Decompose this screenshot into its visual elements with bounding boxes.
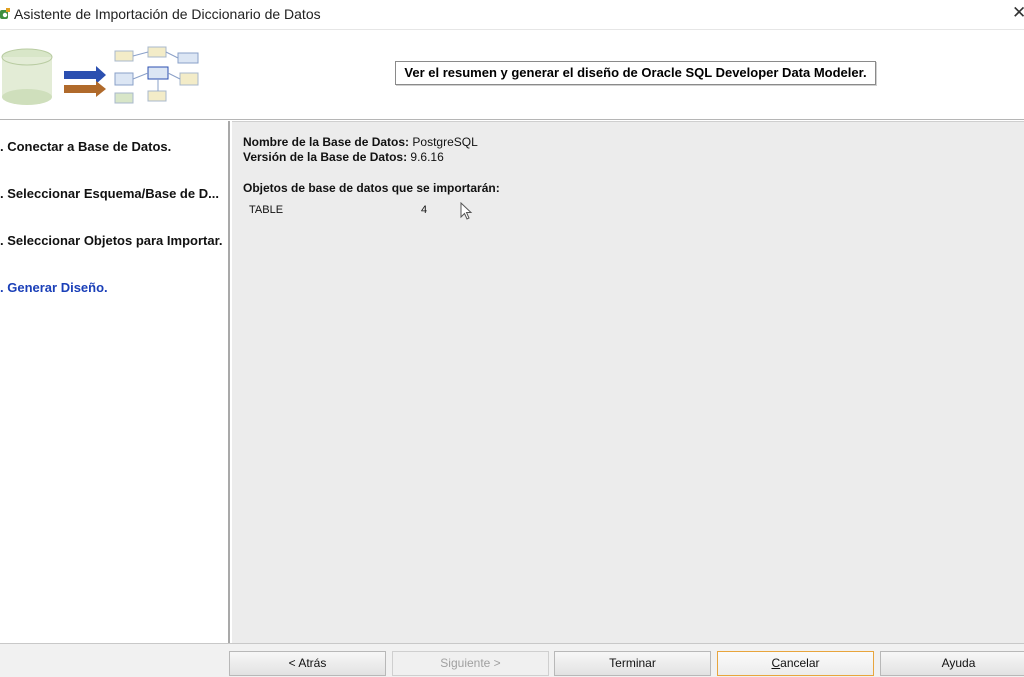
step-connect[interactable]: . Conectar a Base de Datos. [0,139,171,154]
title-bar: Asistente de Importación de Diccionario … [0,0,1024,30]
back-button[interactable]: < Atrás [229,651,386,676]
help-button[interactable]: Ayuda [880,651,1024,676]
object-count-cell: 4 [421,204,428,216]
close-icon[interactable]: ✕ [1012,3,1024,23]
step-select-schema[interactable]: . Seleccionar Esquema/Base de D... [0,186,219,201]
summary-panel: Nombre de la Base de Datos: PostgreSQL V… [232,121,1024,643]
cancel-mnemonic: C [771,656,781,670]
mouse-pointer-icon [460,202,473,220]
wizard-step-headline: Ver el resumen y generar el diseño de Or… [395,61,876,85]
step-select-objects[interactable]: . Seleccionar Objetos para Importar. [0,233,223,248]
db-name-label: Nombre de la Base de Datos: [243,135,410,149]
window-title: Asistente de Importación de Diccionario … [14,6,321,22]
finish-button[interactable]: Terminar [554,651,711,676]
object-type-cell: TABLE [249,204,284,216]
db-name-row: Nombre de la Base de Datos: PostgreSQL [243,135,478,149]
app-icon [0,8,10,19]
db-version-label: Versión de la Base de Datos: [243,150,408,164]
import-wizard-graphic-icon [1,46,199,105]
next-button[interactable]: Siguiente > [392,651,549,676]
wizard-steps-panel: . Conectar a Base de Datos. . Selecciona… [0,121,230,643]
objects-heading: Objetos de base de datos que se importar… [243,181,500,195]
cancel-label: ancelar [780,656,820,670]
db-version-row: Versión de la Base de Datos: 9.6.16 [243,150,444,164]
db-version-value: 9.6.16 [410,150,444,164]
step-generate-design[interactable]: . Generar Diseño. [0,280,108,295]
db-name-value: PostgreSQL [412,135,478,149]
wizard-banner: Ver el resumen y generar el diseño de Or… [0,31,1024,120]
wizard-button-bar: < Atrás Siguiente > Terminar Cancelar Ay… [0,643,1024,677]
cancel-button[interactable]: Cancelar [717,651,874,676]
